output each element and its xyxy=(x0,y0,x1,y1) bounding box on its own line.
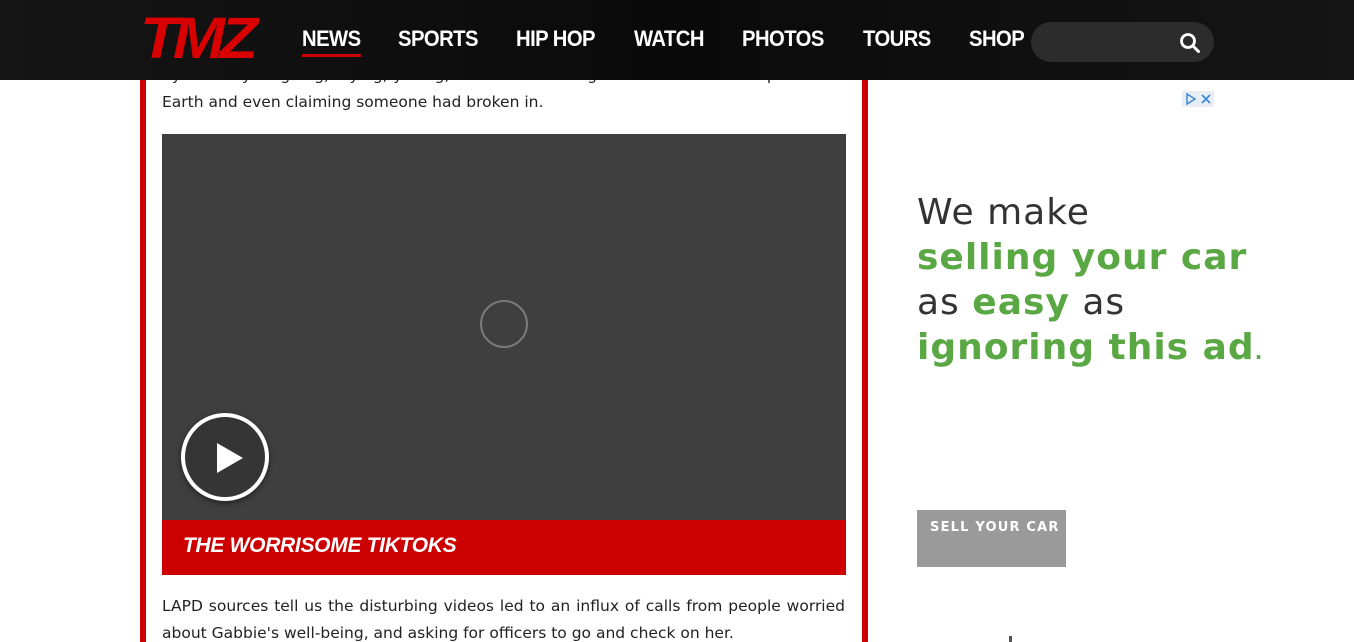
nav-hip-hop[interactable]: HIP HOP xyxy=(516,24,596,57)
article-column: hysterically laughing, crying, yelling, … xyxy=(140,0,868,642)
video-caption-bar: THE WORRISOME TIKTOKS xyxy=(162,520,846,575)
tmz-logo[interactable]: TMZ xyxy=(140,6,264,71)
nav-news[interactable]: NEWS xyxy=(302,24,361,57)
ad-line-1: We make xyxy=(917,192,1090,233)
ad-line-3-c: as xyxy=(1082,282,1126,323)
main-nav: NEWS SPORTS HIP HOP WATCH PHOTOS TOURS S… xyxy=(302,24,1061,57)
play-button[interactable] xyxy=(181,413,269,501)
nav-sports[interactable]: SPORTS xyxy=(398,24,478,57)
close-icon[interactable] xyxy=(1198,91,1214,107)
search-icon[interactable] xyxy=(1179,32,1201,54)
ad-line-3: as easy as xyxy=(917,280,1217,325)
search-box[interactable] xyxy=(1031,22,1214,62)
loading-spinner-icon xyxy=(480,300,528,348)
page: hysterically laughing, crying, yelling, … xyxy=(0,0,1366,642)
ad-line-4-dot: . xyxy=(1254,340,1264,364)
ad-line-2: selling your car xyxy=(917,237,1248,278)
nav-photos[interactable]: PHOTOS xyxy=(742,24,824,57)
sell-your-car-button[interactable]: SELL YOUR CAR xyxy=(917,510,1066,567)
ad-choices-badge[interactable] xyxy=(1182,91,1214,107)
ad-line-4-text: ignoring this ad xyxy=(917,327,1255,368)
nav-tours[interactable]: TOURS xyxy=(863,24,931,57)
nav-watch[interactable]: WATCH xyxy=(634,24,705,57)
ad-line-4: ignoring this ad. xyxy=(917,325,1262,375)
search-input[interactable] xyxy=(1047,30,1177,54)
nav-shop[interactable]: SHOP xyxy=(969,24,1025,57)
ad-line-3-a: as xyxy=(917,282,960,323)
ad-fragment xyxy=(1009,636,1012,642)
video-player[interactable] xyxy=(162,134,846,520)
play-icon xyxy=(217,443,243,473)
car-ad[interactable]: We make selling your car as easy as igno… xyxy=(917,190,1262,375)
video-caption: THE WORRISOME TIKTOKS xyxy=(183,534,457,557)
site-header: TMZ NEWS SPORTS HIP HOP WATCH PHOTOS TOU… xyxy=(0,0,1354,80)
article-paragraph: LAPD sources tell us the disturbing vide… xyxy=(162,597,845,642)
ad-line-3-b: easy xyxy=(972,282,1070,323)
adchoices-icon[interactable] xyxy=(1183,91,1199,107)
logo-text: TMZ xyxy=(140,6,258,71)
